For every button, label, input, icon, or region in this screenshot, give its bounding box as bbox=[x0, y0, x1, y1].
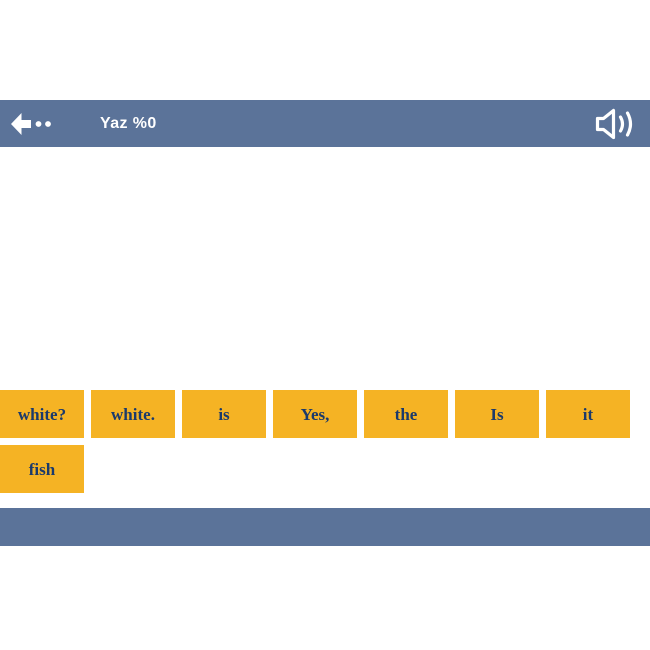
word-tile-label: is bbox=[218, 404, 230, 424]
sound-button[interactable] bbox=[584, 100, 646, 147]
header-bar: Yaz %0 bbox=[0, 100, 650, 147]
word-tile[interactable]: Yes, bbox=[273, 390, 357, 438]
word-tile[interactable]: white. bbox=[91, 390, 175, 438]
word-tile[interactable]: fish bbox=[0, 445, 84, 493]
exercise-screen: Yaz %0 white? white. is Yes, the Is it f… bbox=[0, 0, 650, 650]
back-button[interactable] bbox=[0, 100, 62, 147]
word-tile-label: Yes, bbox=[300, 404, 330, 424]
word-tile-label: Is bbox=[490, 404, 504, 424]
word-tile-label: it bbox=[582, 404, 594, 424]
word-tile[interactable]: is bbox=[182, 390, 266, 438]
word-tile-label: white? bbox=[17, 404, 67, 424]
word-tile[interactable]: Is bbox=[455, 390, 539, 438]
arrow-left-dots-icon bbox=[8, 111, 54, 137]
bottom-spacer bbox=[0, 546, 650, 650]
answer-drop-area[interactable] bbox=[0, 147, 650, 390]
bottom-bar[interactable] bbox=[0, 508, 650, 546]
word-tile[interactable]: white? bbox=[0, 390, 84, 438]
word-tile[interactable]: the bbox=[364, 390, 448, 438]
word-tile-label: white. bbox=[111, 404, 155, 424]
word-tile[interactable]: it bbox=[546, 390, 630, 438]
word-tile-label: the bbox=[394, 404, 418, 424]
speaker-volume-icon bbox=[590, 107, 640, 141]
top-spacer bbox=[0, 0, 650, 100]
page-title: Yaz %0 bbox=[100, 114, 157, 132]
word-bank: white? white. is Yes, the Is it fish bbox=[0, 390, 650, 493]
word-tile-label: fish bbox=[28, 459, 56, 479]
